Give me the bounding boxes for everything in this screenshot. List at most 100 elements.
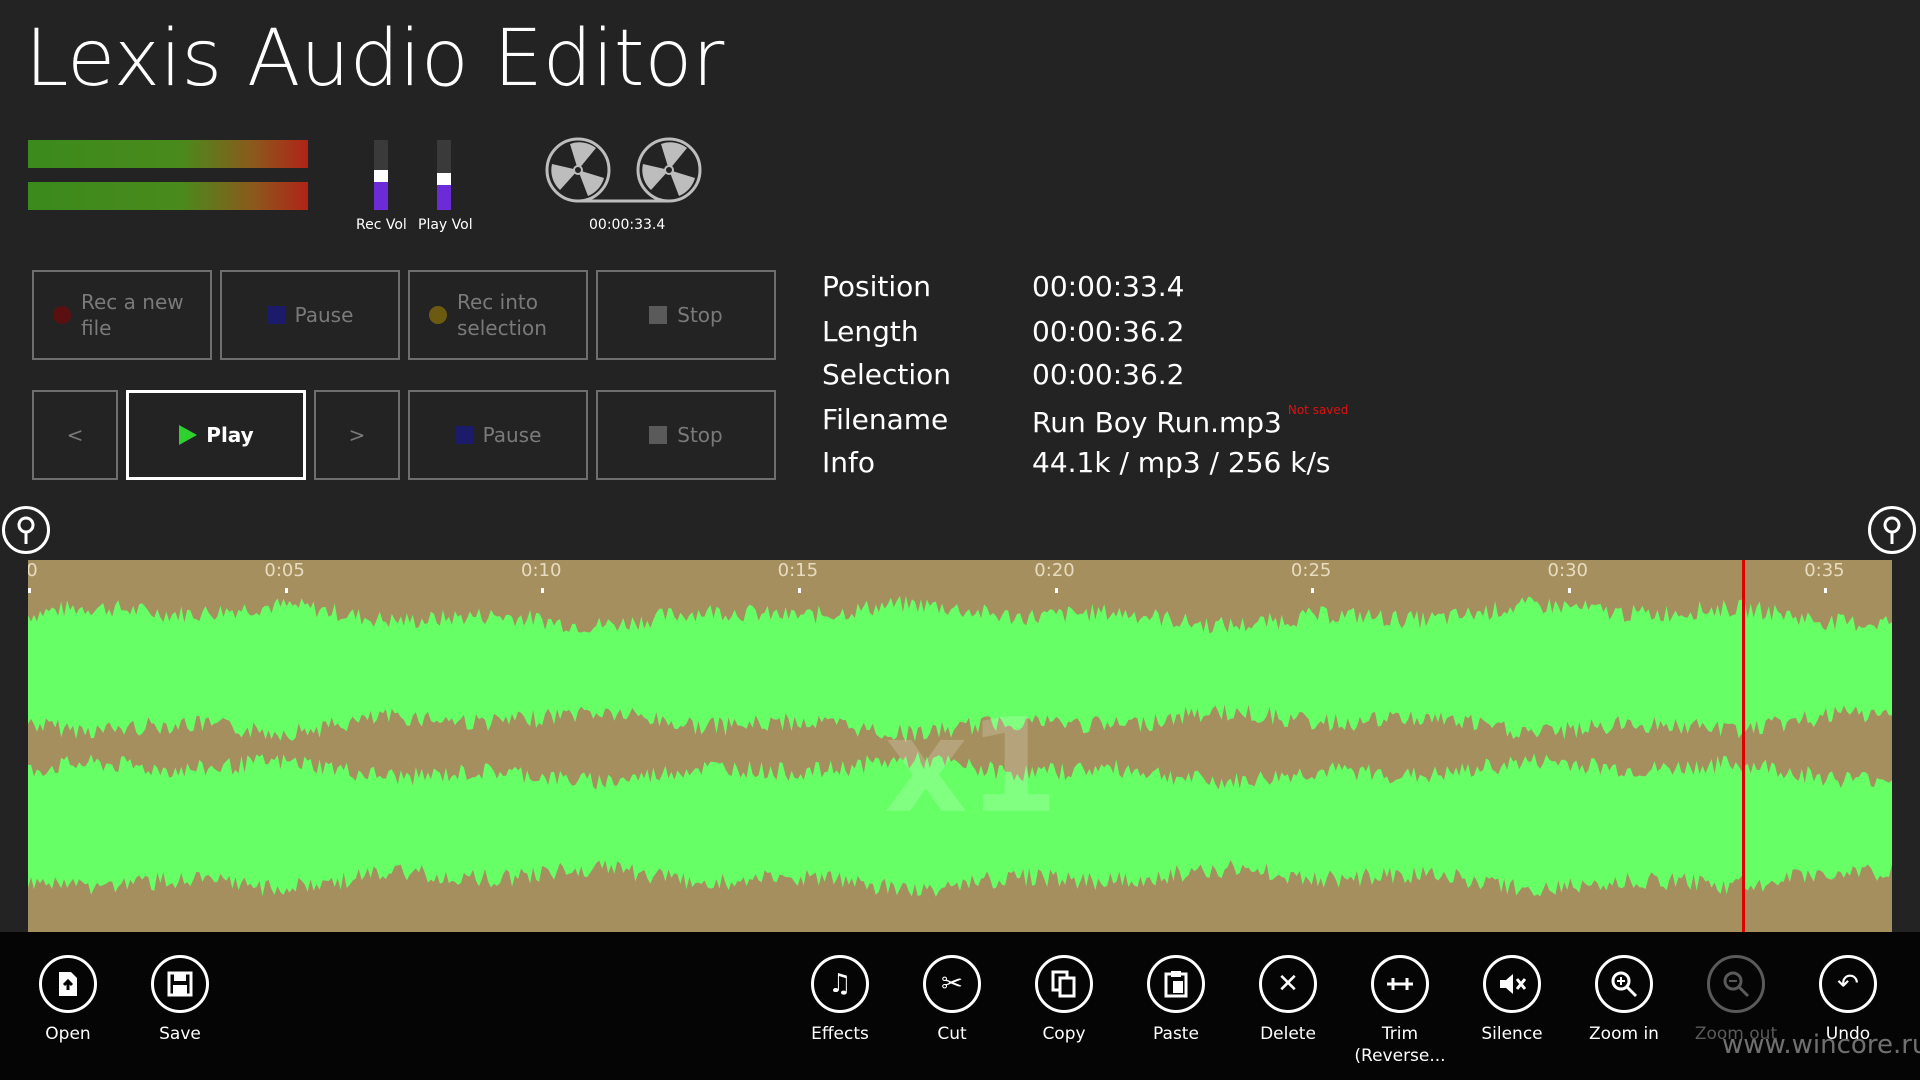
tick-label: 0:30 [1547, 560, 1588, 581]
save-label: Save [159, 1024, 201, 1044]
rec-into-selection-button[interactable]: Rec into selection [408, 270, 588, 360]
silence-label: Silence [1481, 1024, 1543, 1044]
play-pause-label: Pause [482, 423, 542, 447]
level-meter-right [28, 182, 308, 210]
stop-icon [649, 426, 668, 444]
zoom-level-watermark: x1 [884, 690, 1059, 842]
selection-label: Selection [822, 358, 952, 391]
paste-label: Paste [1153, 1024, 1199, 1044]
undo-icon: ↶ [1819, 955, 1877, 1013]
next-button[interactable]: > [314, 390, 400, 480]
play-icon [179, 425, 198, 445]
copy-icon [1035, 955, 1093, 1013]
close-icon: ✕ [1259, 955, 1317, 1013]
length-value: 00:00:36.2 [1032, 315, 1185, 348]
rec-pause-label: Pause [294, 303, 354, 327]
zoom-in-label: Zoom in [1589, 1024, 1659, 1044]
zoom-in-button[interactable]: Zoom in [1569, 955, 1679, 1045]
music-note-icon: ♫ [811, 955, 869, 1013]
rec-stop-button[interactable]: Stop [596, 270, 776, 360]
open-icon [39, 955, 97, 1013]
tick-mark [797, 588, 801, 593]
rec-vol-slider[interactable] [374, 140, 388, 210]
effects-label: Effects [811, 1024, 869, 1044]
filename-label: Filename [822, 403, 949, 436]
tick-mark [1567, 588, 1571, 593]
save-icon [151, 955, 209, 1013]
playhead[interactable] [1742, 560, 1746, 932]
play-vol-thumb[interactable] [437, 173, 451, 185]
delete-button[interactable]: ✕ Delete [1233, 955, 1343, 1045]
play-vol-slider[interactable] [437, 140, 451, 210]
filename-value: Run Boy Run.mp3 Not saved [1032, 403, 1348, 439]
play-stop-label: Stop [677, 423, 723, 447]
selection-end-marker[interactable] [1868, 506, 1916, 554]
tick-mark [541, 588, 545, 593]
rec-new-file-button[interactable]: Rec a new file [32, 270, 212, 360]
watermark: www.wincore.ru [1722, 1030, 1920, 1060]
trim-label: Trim (Reverse... [1354, 1024, 1446, 1066]
record-icon [53, 306, 71, 324]
prev-label: < [66, 423, 84, 447]
tick-mark [1311, 588, 1315, 593]
next-label: > [348, 423, 366, 447]
rec-vol-label: Rec Vol [356, 217, 407, 233]
not-saved-badge: Not saved [1287, 403, 1349, 417]
play-vol-label: Play Vol [418, 217, 473, 233]
tick-label: 0 [28, 560, 38, 581]
tick-label: 0:35 [1804, 560, 1845, 581]
zoom-in-icon [1595, 955, 1653, 1013]
open-button[interactable]: Open [13, 955, 123, 1045]
rec-stop-label: Stop [677, 303, 723, 327]
cut-button[interactable]: ✂ Cut [897, 955, 1007, 1045]
silence-button[interactable]: Silence [1457, 955, 1567, 1045]
map-pin-icon [17, 516, 35, 544]
zoom-out-icon [1707, 955, 1765, 1013]
tick-mark [1054, 588, 1058, 593]
pause-icon [454, 426, 473, 444]
tick-mark [28, 588, 31, 593]
selection-start-marker[interactable] [2, 506, 50, 554]
rec-into-selection-label: Rec into selection [457, 290, 547, 340]
tick-label: 0:05 [264, 560, 305, 581]
tick-label: 0:25 [1290, 560, 1332, 581]
rec-pause-button[interactable]: Pause [220, 270, 400, 360]
play-button[interactable]: Play [126, 390, 306, 480]
selection-value: 00:00:36.2 [1032, 358, 1185, 391]
position-value: 00:00:33.4 [1032, 270, 1185, 303]
position-label: Position [822, 270, 932, 303]
prev-button[interactable]: < [32, 390, 118, 480]
tick-label: 0:15 [777, 560, 819, 581]
open-label: Open [45, 1024, 91, 1044]
reel-time: 00:00:33.4 [589, 217, 666, 233]
tick-label: 0:10 [521, 560, 562, 581]
tick-mark [1824, 588, 1828, 593]
save-button[interactable]: Save [125, 955, 235, 1045]
info-value: 44.1k / mp3 / 256 k/s [1032, 446, 1331, 479]
rec-vol-thumb[interactable] [374, 170, 388, 182]
filename-text: Run Boy Run.mp3 [1032, 406, 1282, 439]
level-meter-left [28, 140, 308, 168]
cut-label: Cut [937, 1024, 967, 1044]
pause-icon [266, 306, 285, 324]
tick-label: 0:20 [1034, 560, 1075, 581]
play-stop-button[interactable]: Stop [596, 390, 776, 480]
trim-button[interactable]: Trim (Reverse... [1345, 955, 1455, 1067]
rec-new-file-label: Rec a new file [81, 290, 184, 340]
length-label: Length [822, 315, 919, 348]
paste-button[interactable]: Paste [1121, 955, 1231, 1045]
play-pause-button[interactable]: Pause [408, 390, 588, 480]
waveform-area[interactable]: 0 0:05 0:10 0:15 0:20 0:25 0:30 0:35 x1 [28, 560, 1892, 932]
play-label: Play [206, 423, 254, 447]
delete-label: Delete [1260, 1024, 1316, 1044]
map-pin-icon [1883, 516, 1901, 544]
effects-button[interactable]: ♫ Effects [785, 955, 895, 1045]
paste-icon [1147, 955, 1205, 1013]
rec-vol-fill [374, 182, 388, 210]
copy-button[interactable]: Copy [1009, 955, 1119, 1045]
info-label: Info [822, 446, 875, 479]
app-title: Lexis Audio Editor [25, 14, 725, 104]
play-vol-fill [437, 185, 451, 210]
tape-reels-icon [545, 137, 702, 203]
trim-icon [1371, 955, 1429, 1013]
